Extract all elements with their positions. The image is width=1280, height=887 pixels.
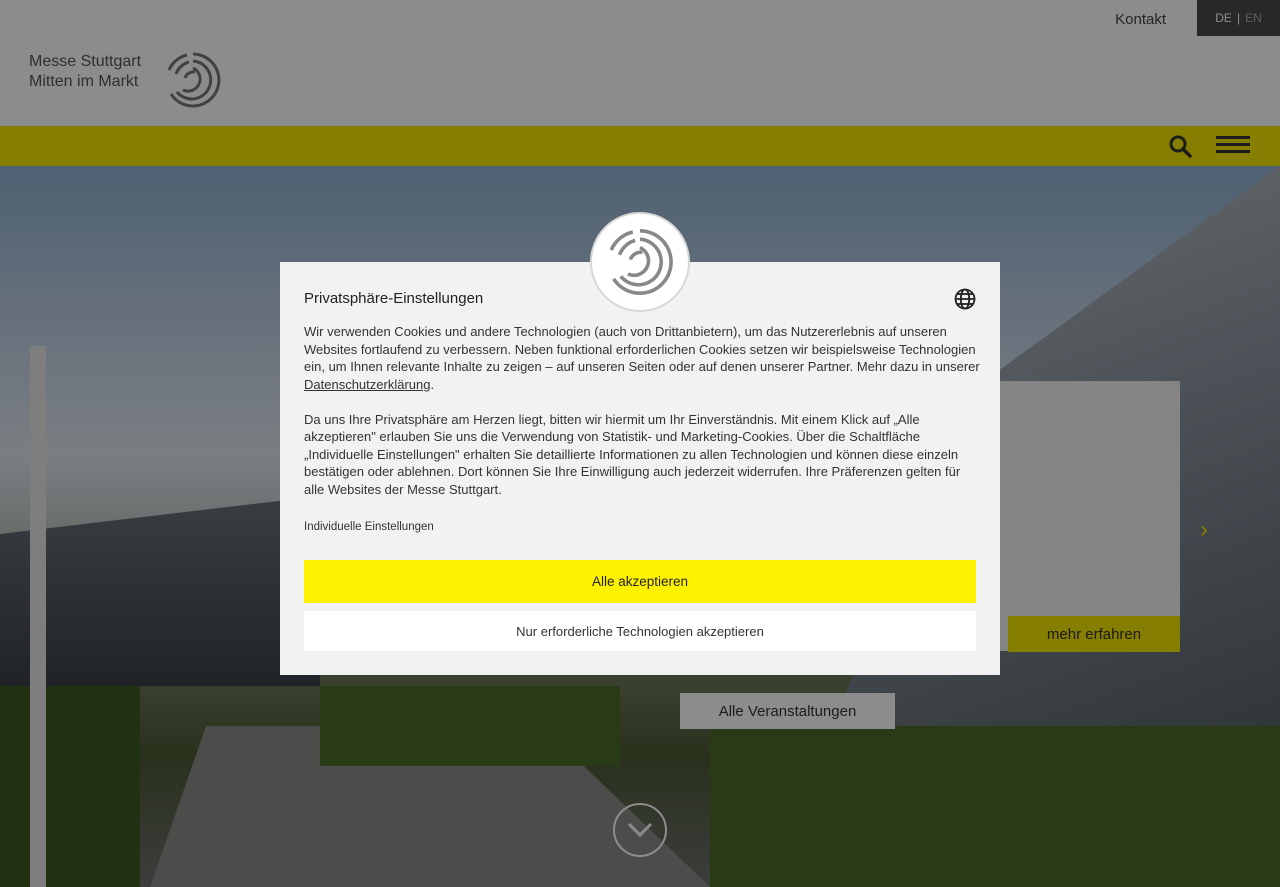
dialog-paragraph-1: Wir verwenden Cookies und andere Technol… (304, 323, 980, 393)
paragraph-1-text: Wir verwenden Cookies und andere Technol… (304, 324, 980, 374)
accept-all-button[interactable]: Alle akzeptieren (304, 560, 976, 603)
individual-settings-link[interactable]: Individuelle Einstellungen (304, 521, 434, 533)
dialog-paragraph-2: Da uns Ihre Privatsphäre am Herzen liegt… (304, 411, 961, 497)
paragraph-1-end: . (430, 376, 435, 392)
dialog-logo-badge (590, 212, 690, 312)
fingerprint-logo-icon (609, 229, 673, 295)
privacy-consent-dialog: Privatsphäre-Einstellungen Wir verwenden… (280, 262, 1000, 675)
datenschutz-link[interactable]: Datenschutzerklärung (304, 377, 430, 392)
dialog-body: Wir verwenden Cookies und andere Technol… (304, 323, 980, 516)
dialog-title: Privatsphäre-Einstellungen (304, 290, 484, 307)
globe-icon[interactable] (954, 288, 976, 310)
accept-required-button[interactable]: Nur erforderliche Technologien akzeptier… (304, 611, 976, 651)
